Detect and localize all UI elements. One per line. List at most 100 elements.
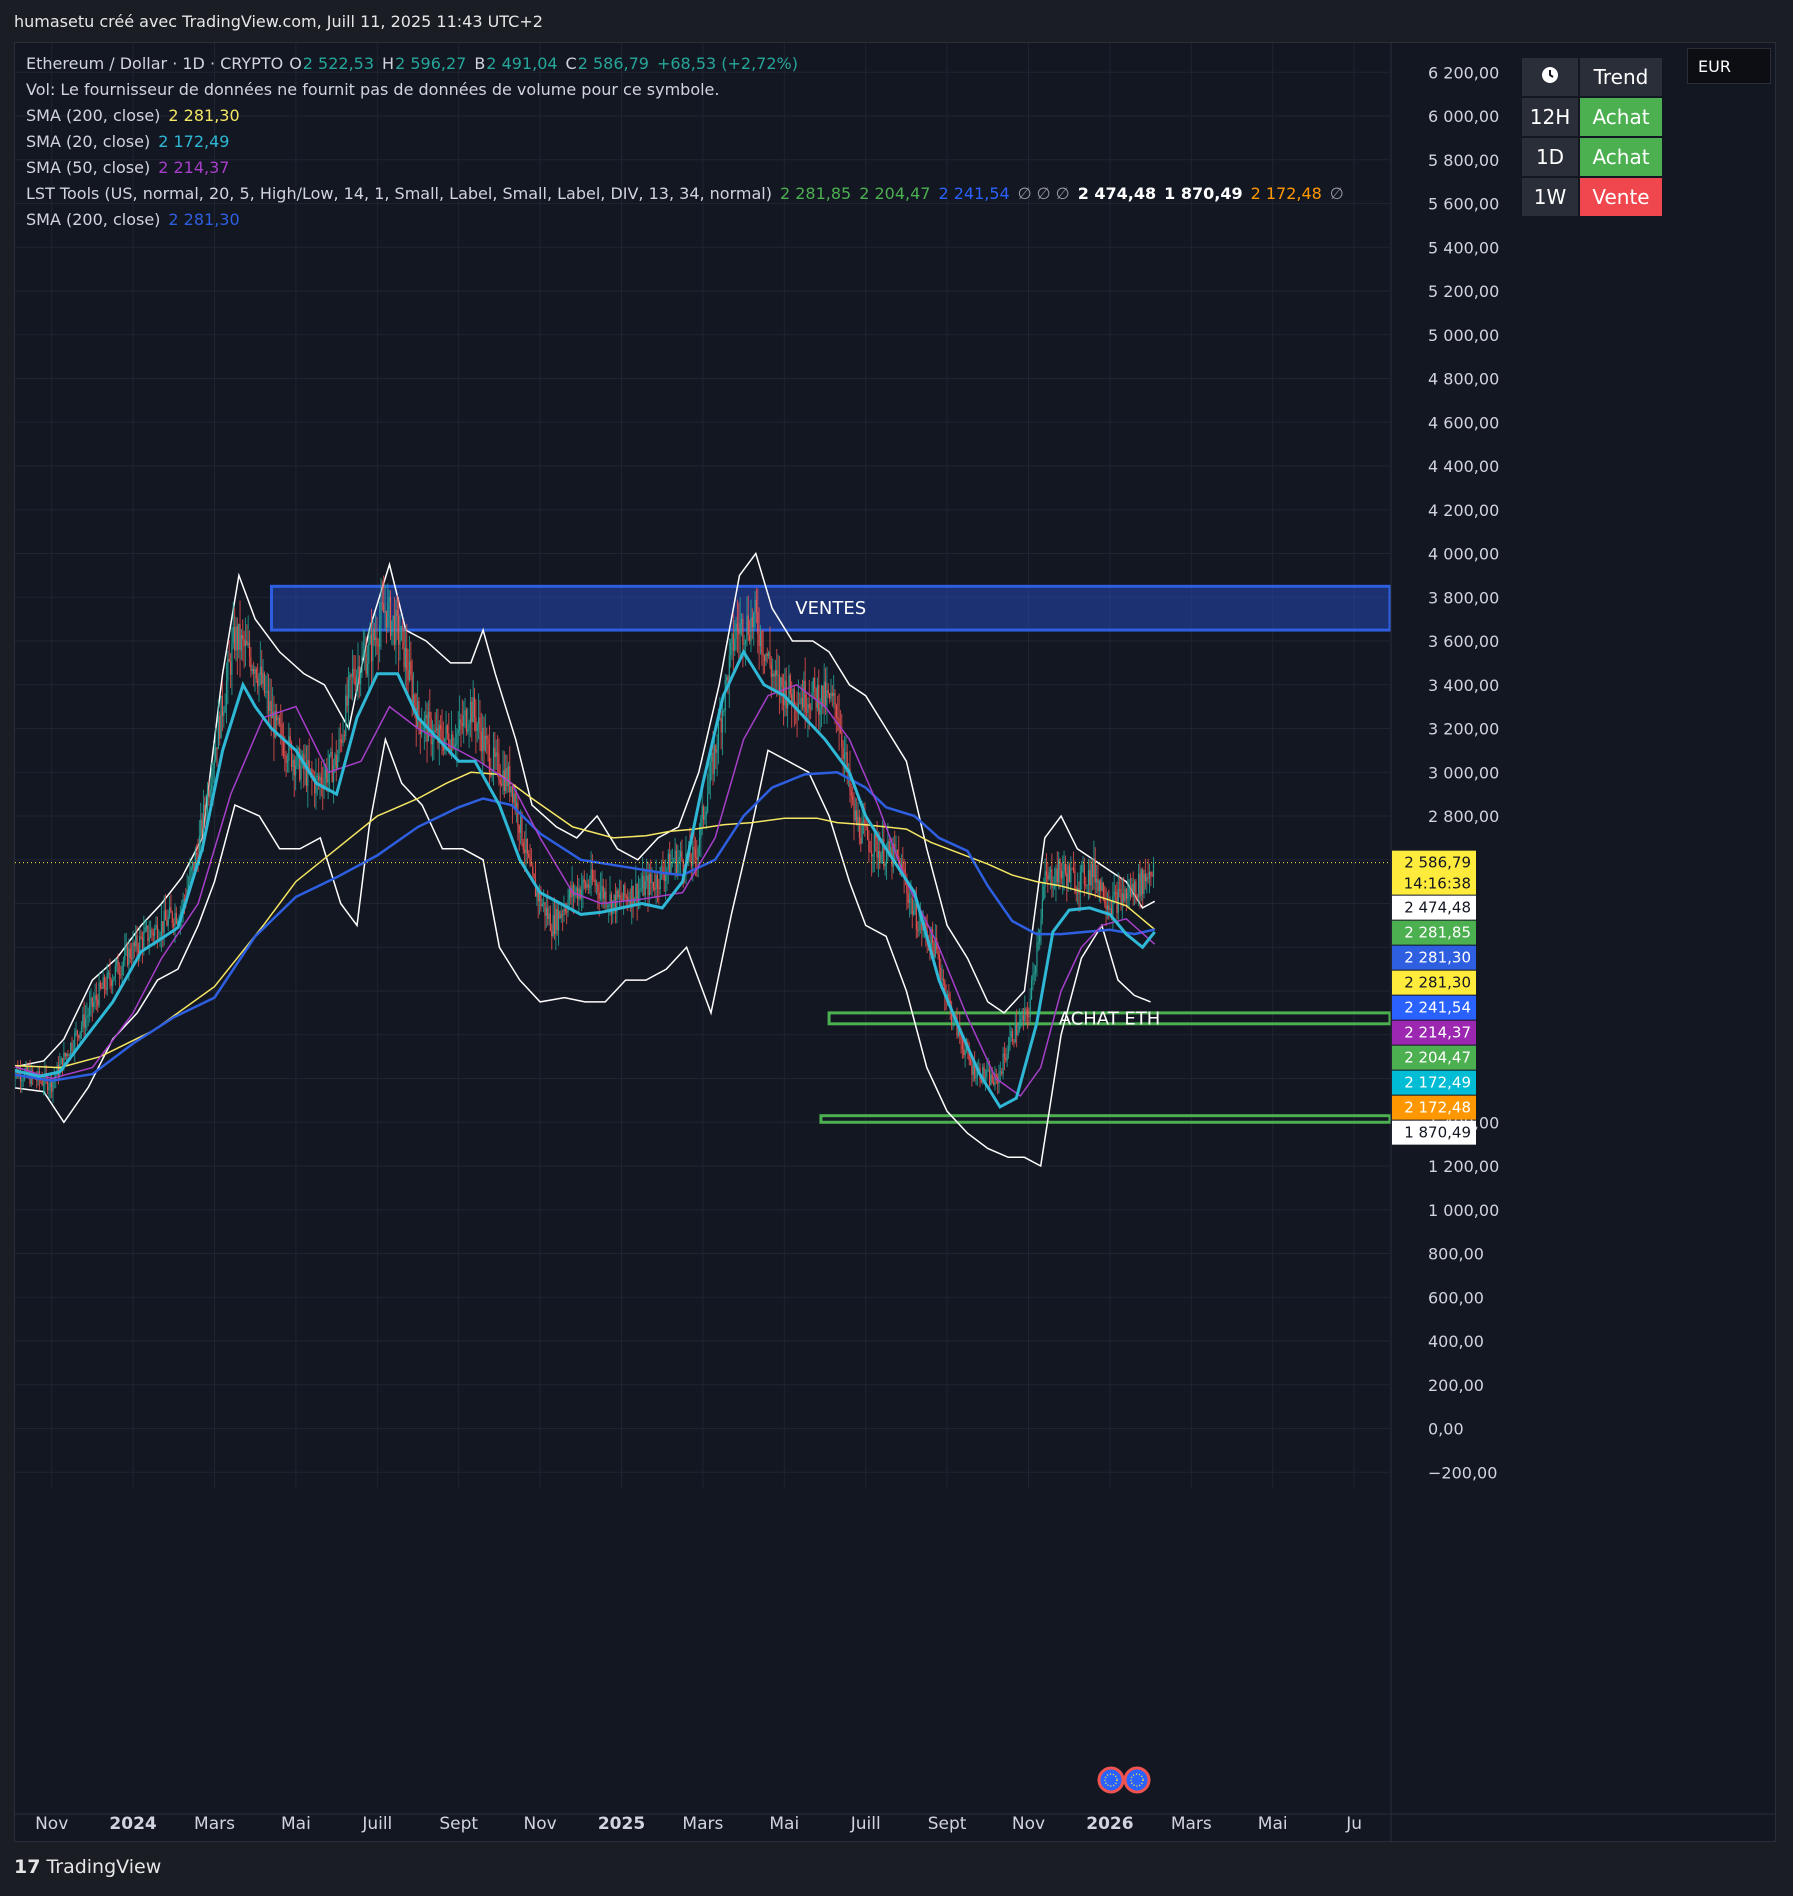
currency-button[interactable]: EUR	[1687, 48, 1771, 84]
candle-body	[282, 739, 285, 756]
candle-body	[942, 978, 945, 981]
legend-sma200-row[interactable]: SMA (200, close) 2 281,30	[26, 106, 248, 125]
legend-sma50-row[interactable]: SMA (50, close) 2 214,37	[26, 158, 237, 177]
candle-body	[395, 610, 397, 645]
y-tick-label: −200,00	[1428, 1463, 1497, 1482]
candle-body	[495, 752, 497, 757]
candle-body	[482, 727, 484, 752]
candle-body	[501, 783, 503, 786]
candle-body	[389, 596, 392, 636]
candle-body	[170, 907, 172, 913]
candle-body	[563, 908, 565, 915]
candle-body	[87, 1014, 89, 1017]
candle-body	[716, 748, 718, 753]
event-flag-icon[interactable]	[1123, 1766, 1151, 1794]
candle-body	[316, 775, 318, 777]
candle-body	[103, 977, 106, 989]
candle-body	[1109, 908, 1111, 910]
candle-body	[1152, 863, 1155, 877]
legend-sma20-row[interactable]: SMA (20, close) 2 172,49	[26, 132, 237, 151]
candle-body	[674, 850, 676, 862]
y-tick-label: 0,00	[1428, 1420, 1464, 1439]
candle-body	[364, 652, 366, 655]
candle-body	[1136, 896, 1138, 898]
candle-body	[639, 889, 641, 891]
candle-body	[299, 748, 301, 780]
candle-body	[877, 850, 879, 858]
symbol-name[interactable]: Ethereum / Dollar · 1D · CRYPTO	[26, 54, 283, 73]
candle-body	[808, 704, 810, 709]
candle-body	[22, 1079, 24, 1081]
candle-body	[1147, 877, 1149, 879]
candle-body	[705, 811, 707, 816]
y-tick-label: 1 000,00	[1428, 1201, 1499, 1220]
candle-body	[118, 973, 121, 975]
candle-body	[297, 748, 299, 751]
candle-body	[990, 1074, 992, 1086]
candle-body	[547, 907, 549, 920]
candle-body	[675, 850, 678, 874]
candle-body	[1112, 895, 1114, 916]
candle-body	[1093, 858, 1095, 878]
candle-body	[522, 842, 524, 851]
legend-lst-tools-row[interactable]: LST Tools (US, normal, 20, 5, High/Low, …	[26, 184, 1352, 203]
candle-body	[777, 674, 779, 676]
candle-body	[1043, 886, 1045, 900]
y-tick-label: 5 600,00	[1428, 195, 1499, 214]
candle-body	[149, 929, 152, 938]
candle-body	[720, 718, 722, 733]
legend-sma200b-row[interactable]: SMA (200, close) 2 281,30	[26, 210, 248, 229]
candle-body	[854, 810, 856, 821]
candle-body	[747, 615, 749, 636]
candle-body	[750, 617, 752, 642]
candle-body	[1146, 877, 1148, 882]
candle-body	[963, 1049, 965, 1056]
candle-body	[763, 655, 766, 661]
candle-body	[1120, 889, 1122, 904]
candle-body	[549, 913, 552, 932]
y-tick-label: 1 200,00	[1428, 1157, 1499, 1176]
trend-timeframe-1w: 1W	[1520, 176, 1580, 218]
candle-body	[618, 895, 621, 898]
candle-body	[823, 681, 825, 707]
candle-body	[1131, 884, 1133, 897]
price-label: 2 281,85	[1404, 924, 1471, 942]
y-tick-label: 400,00	[1428, 1332, 1484, 1351]
price-chart[interactable]: VENTES ACHAT ETH 6 200,00 6 000,00 5 800,00…	[15, 43, 1777, 1843]
zone-box[interactable]	[819, 1114, 1392, 1124]
ohlc-high-label: H	[382, 54, 395, 73]
candle-body	[873, 832, 875, 855]
candle-body	[506, 768, 508, 787]
candle-body	[225, 680, 228, 706]
candle-body	[338, 739, 340, 757]
sma20-value: 2 172,49	[158, 132, 230, 151]
candle-body	[410, 661, 412, 675]
candle-body	[536, 889, 538, 897]
candle-body	[1148, 871, 1151, 879]
candle-body	[1106, 905, 1109, 909]
candle-body	[1002, 1053, 1004, 1074]
candle-body	[155, 925, 157, 929]
event-flag-icon[interactable]	[1097, 1766, 1125, 1794]
legend-symbol-row: Ethereum / Dollar · 1D · CRYPTO O2 522,53…	[26, 54, 806, 73]
candle-body	[908, 899, 911, 903]
candle-body	[174, 913, 176, 927]
candle-body	[243, 638, 245, 647]
candle-body	[339, 739, 341, 741]
chart-frame[interactable]: VENTES ACHAT ETH 6 200,00 6 000,00 5 800,00…	[14, 42, 1777, 1843]
candle-body	[759, 631, 762, 646]
candle-body	[380, 602, 382, 625]
candle-body	[126, 946, 129, 966]
candle-body	[152, 932, 154, 936]
candle-body	[576, 887, 579, 900]
candle-body	[1020, 1019, 1022, 1022]
candle-body	[160, 921, 163, 937]
y-tick-label: 3 800,00	[1428, 588, 1499, 607]
candle-body	[632, 885, 634, 905]
y-tick-label: 3 000,00	[1428, 763, 1499, 782]
tradingview-logo[interactable]: 17 TradingView	[14, 1856, 161, 1878]
candle-body	[456, 732, 458, 745]
candle-body	[694, 849, 697, 858]
candle-body	[564, 908, 566, 912]
candle-body	[216, 747, 218, 750]
